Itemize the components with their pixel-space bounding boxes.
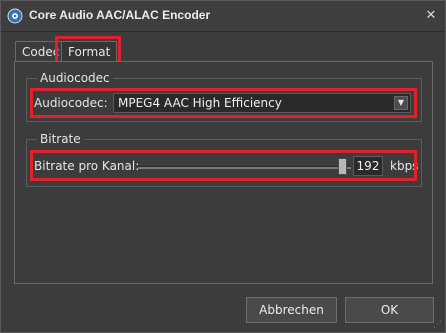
resize-grip-icon[interactable]: ⋰ [433, 320, 443, 330]
ok-button[interactable]: OK [345, 297, 434, 323]
window-title: Core Audio AAC/ALAC Encoder [29, 8, 211, 22]
bitrate-label: Bitrate pro Kanal: [34, 159, 140, 173]
bitrate-value-field[interactable]: 192 [353, 156, 383, 176]
audiocodec-group: Audiocodec Audiocodec: MPEG4 AAC High Ef… [26, 70, 422, 122]
audiocodec-select[interactable]: MPEG4 AAC High Efficiency ▼ [113, 93, 411, 113]
close-icon[interactable]: ✕ [422, 7, 440, 23]
cancel-button[interactable]: Abbrechen [246, 297, 337, 323]
title-bar: Core Audio AAC/ALAC Encoder ✕ [1, 1, 445, 32]
tab-format[interactable]: Format [61, 41, 118, 62]
audio-app-icon [7, 8, 23, 24]
encoder-dialog: Core Audio AAC/ALAC Encoder ✕ Codec Form… [0, 0, 446, 333]
tab-codec[interactable]: Codec [15, 41, 67, 62]
bitrate-group: Bitrate Bitrate pro Kanal: 192 kbps [26, 131, 422, 187]
bitrate-slider-track[interactable] [138, 166, 351, 169]
dialog-client-area: Codec Format Audiocodec Audiocodec: MPEG… [1, 32, 445, 332]
chevron-down-icon[interactable]: ▼ [394, 96, 408, 110]
audiocodec-selected-value: MPEG4 AAC High Efficiency [118, 96, 282, 110]
codec-tab-panel: Audiocodec Audiocodec: MPEG4 AAC High Ef… [14, 61, 433, 284]
bitrate-group-title: Bitrate [37, 131, 84, 147]
bitrate-unit: kbps [390, 159, 419, 173]
audiocodec-group-title: Audiocodec [37, 70, 113, 86]
audiocodec-label: Audiocodec: [34, 96, 108, 110]
bitrate-slider-thumb[interactable] [338, 158, 347, 175]
